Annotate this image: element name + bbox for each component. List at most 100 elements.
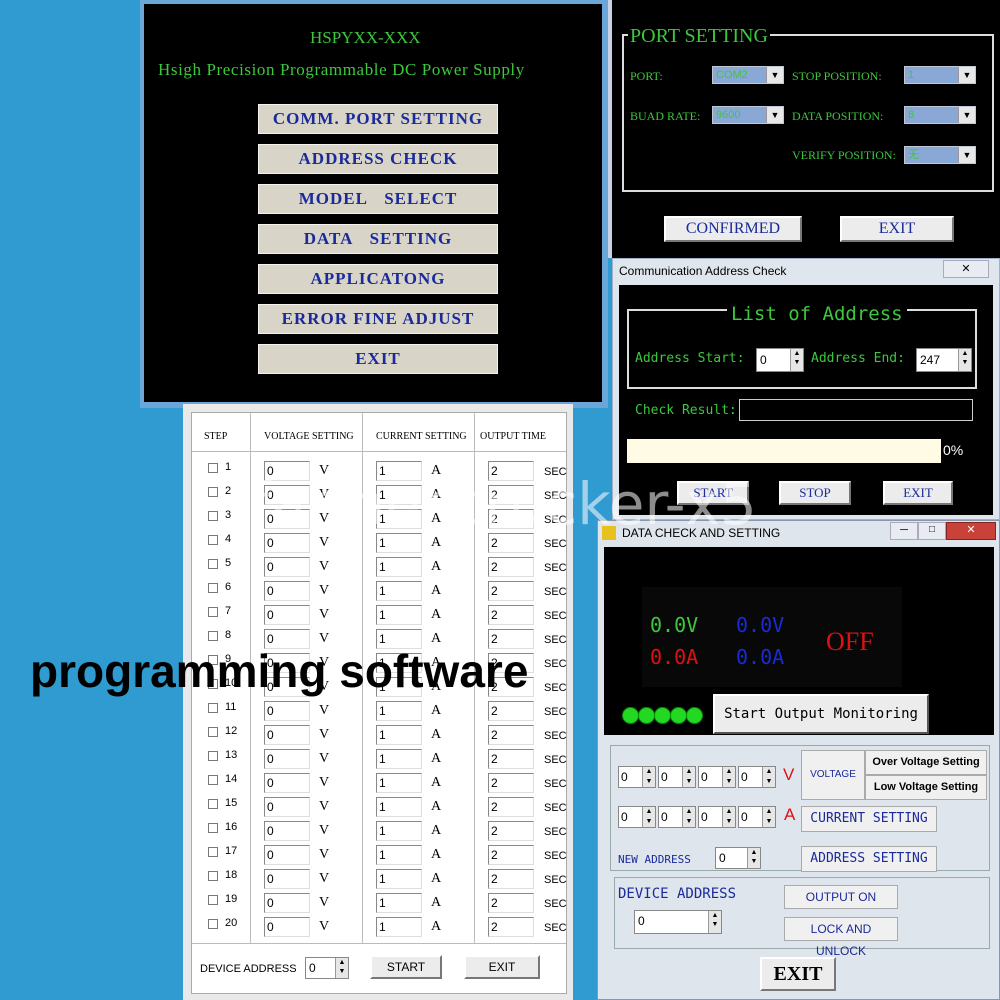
voltage-input[interactable]: 0 xyxy=(264,917,310,937)
time-input[interactable]: 2 xyxy=(488,605,534,625)
voltage-input[interactable]: 0 xyxy=(264,869,310,889)
time-input[interactable]: 2 xyxy=(488,917,534,937)
address-stop-button[interactable]: STOP xyxy=(779,481,851,505)
current-input[interactable]: 1 xyxy=(376,581,422,601)
time-input[interactable]: 2 xyxy=(488,797,534,817)
step-checkbox[interactable] xyxy=(208,751,218,761)
current-input[interactable]: 1 xyxy=(376,749,422,769)
voltage-digit-2[interactable]: 0 ▲ ▼ xyxy=(658,766,696,788)
confirmed-button[interactable]: CONFIRMED xyxy=(664,216,802,242)
step-checkbox[interactable] xyxy=(208,823,218,833)
time-input[interactable]: 2 xyxy=(488,557,534,577)
voltage-input[interactable]: 0 xyxy=(264,725,310,745)
spin-arrows-icon[interactable]: ▲ ▼ xyxy=(642,767,655,787)
current-input[interactable]: 1 xyxy=(376,917,422,937)
baud-rate-select[interactable]: 9600 ▼ xyxy=(712,106,784,124)
spin-arrows-icon[interactable]: ▲ ▼ xyxy=(335,958,348,978)
current-input[interactable]: 1 xyxy=(376,701,422,721)
current-digit-1[interactable]: 0 ▲ ▼ xyxy=(618,806,656,828)
step-exit-button[interactable]: EXIT xyxy=(464,955,540,979)
error-fine-adjust-button[interactable]: ERROR FINE ADJUST xyxy=(258,304,498,334)
lock-unlock-button[interactable]: LOCK AND UNLOCK xyxy=(784,917,898,958)
current-input[interactable]: 1 xyxy=(376,869,422,889)
current-digit-2[interactable]: 0 ▲ ▼ xyxy=(658,806,696,828)
output-on-button[interactable]: OUTPUT ON xyxy=(784,885,898,909)
verify-position-select[interactable]: 无 ▼ xyxy=(904,146,976,164)
chevron-down-icon[interactable]: ▼ xyxy=(766,67,783,83)
new-address-input[interactable]: 0 ▲ ▼ xyxy=(715,847,761,869)
step-checkbox[interactable] xyxy=(208,775,218,785)
over-voltage-setting-button[interactable]: Over Voltage Setting xyxy=(865,750,987,775)
data-exit-button[interactable]: EXIT xyxy=(760,957,836,991)
address-check-button[interactable]: ADDRESS CHECK xyxy=(258,144,498,174)
close-icon[interactable]: ✕ xyxy=(946,522,996,540)
voltage-input[interactable]: 0 xyxy=(264,893,310,913)
voltage-input[interactable]: 0 xyxy=(264,701,310,721)
time-input[interactable]: 2 xyxy=(488,869,534,889)
spin-arrows-icon[interactable]: ▲ ▼ xyxy=(722,807,735,827)
device-address-input[interactable]: 0 ▲ ▼ xyxy=(305,957,349,979)
device-address-input-2[interactable]: 0 ▲ ▼ xyxy=(634,910,722,934)
address-exit-button[interactable]: EXIT xyxy=(883,481,953,505)
voltage-input[interactable]: 0 xyxy=(264,797,310,817)
voltage-input[interactable]: 0 xyxy=(264,773,310,793)
voltage-input[interactable]: 0 xyxy=(264,557,310,577)
data-setting-button[interactable]: DATA SETTING xyxy=(258,224,498,254)
stop-position-select[interactable]: 1 ▼ xyxy=(904,66,976,84)
current-input[interactable]: 1 xyxy=(376,821,422,841)
data-position-select[interactable]: 8 ▼ xyxy=(904,106,976,124)
step-checkbox[interactable] xyxy=(208,871,218,881)
time-input[interactable]: 2 xyxy=(488,581,534,601)
close-icon[interactable]: ✕ xyxy=(943,260,989,278)
address-start-input[interactable]: 0 ▲ ▼ xyxy=(756,348,804,372)
spin-arrows-icon[interactable]: ▲ ▼ xyxy=(722,767,735,787)
time-input[interactable]: 2 xyxy=(488,821,534,841)
spin-arrows-icon[interactable]: ▲ ▼ xyxy=(682,807,695,827)
voltage-input[interactable]: 0 xyxy=(264,581,310,601)
main-exit-button[interactable]: EXIT xyxy=(258,344,498,374)
comm-port-setting-button[interactable]: COMM. PORT SETTING xyxy=(258,104,498,134)
chevron-down-icon[interactable]: ▼ xyxy=(958,147,975,163)
step-checkbox[interactable] xyxy=(208,799,218,809)
chevron-down-icon[interactable]: ▼ xyxy=(958,67,975,83)
low-voltage-setting-button[interactable]: Low Voltage Setting xyxy=(865,775,987,800)
step-checkbox[interactable] xyxy=(208,895,218,905)
step-checkbox[interactable] xyxy=(208,631,218,641)
spin-arrows-icon[interactable]: ▲ ▼ xyxy=(747,848,760,868)
time-input[interactable]: 2 xyxy=(488,893,534,913)
voltage-digit-4[interactable]: 0 ▲ ▼ xyxy=(738,766,776,788)
port-select[interactable]: COM2 ▼ xyxy=(712,66,784,84)
step-checkbox[interactable] xyxy=(208,847,218,857)
time-input[interactable]: 2 xyxy=(488,749,534,769)
spin-arrows-icon[interactable]: ▲ ▼ xyxy=(708,911,721,933)
spin-arrows-icon[interactable]: ▲ ▼ xyxy=(762,767,775,787)
time-input[interactable]: 2 xyxy=(488,701,534,721)
current-input[interactable]: 1 xyxy=(376,557,422,577)
step-start-button[interactable]: START xyxy=(370,955,442,979)
port-exit-button[interactable]: EXIT xyxy=(840,216,954,242)
time-input[interactable]: 2 xyxy=(488,725,534,745)
step-checkbox[interactable] xyxy=(208,463,218,473)
step-checkbox[interactable] xyxy=(208,535,218,545)
current-input[interactable]: 1 xyxy=(376,605,422,625)
step-checkbox[interactable] xyxy=(208,727,218,737)
voltage-input[interactable]: 0 xyxy=(264,605,310,625)
voltage-input[interactable]: 0 xyxy=(264,821,310,841)
current-input[interactable]: 1 xyxy=(376,725,422,745)
spin-arrows-icon[interactable]: ▲ ▼ xyxy=(958,349,971,371)
step-checkbox[interactable] xyxy=(208,703,218,713)
spin-arrows-icon[interactable]: ▲ ▼ xyxy=(642,807,655,827)
voltage-digit-1[interactable]: 0 ▲ ▼ xyxy=(618,766,656,788)
chevron-down-icon[interactable]: ▼ xyxy=(766,107,783,123)
start-output-monitoring-button[interactable]: Start Output Monitoring xyxy=(713,694,929,734)
address-end-input[interactable]: 247 ▲ ▼ xyxy=(916,348,972,372)
step-checkbox[interactable] xyxy=(208,511,218,521)
minimize-icon[interactable]: ─ xyxy=(890,522,918,540)
voltage-button[interactable]: VOLTAGE xyxy=(801,750,865,800)
application-button[interactable]: APPLICATONG xyxy=(258,264,498,294)
spin-arrows-icon[interactable]: ▲ ▼ xyxy=(762,807,775,827)
current-input[interactable]: 1 xyxy=(376,893,422,913)
current-input[interactable]: 1 xyxy=(376,845,422,865)
step-checkbox[interactable] xyxy=(208,487,218,497)
address-setting-button[interactable]: ADDRESS SETTING xyxy=(801,846,937,872)
